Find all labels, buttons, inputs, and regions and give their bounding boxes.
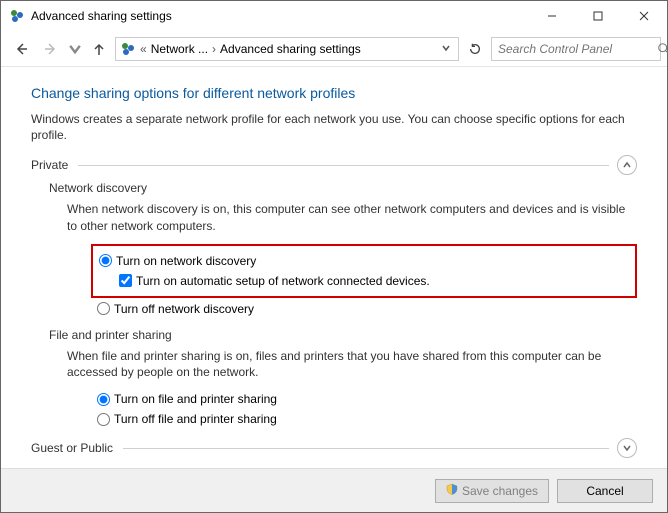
titlebar: Advanced sharing settings: [1, 1, 667, 31]
cancel-label: Cancel: [586, 484, 623, 498]
save-label: Save changes: [462, 484, 538, 498]
maximize-button[interactable]: [575, 1, 621, 31]
page-heading: Change sharing options for different net…: [31, 85, 637, 101]
navbar: « Network ... › Advanced sharing setting…: [1, 31, 667, 67]
page-description: Windows creates a separate network profi…: [31, 111, 637, 143]
nd-off-label: Turn off network discovery: [114, 300, 254, 318]
highlight-box: Turn on network discovery Turn on automa…: [91, 244, 637, 298]
shield-icon: [446, 483, 458, 498]
save-button[interactable]: Save changes: [435, 479, 549, 503]
history-dropdown[interactable]: [67, 35, 83, 63]
breadcrumb-part2[interactable]: Advanced sharing settings: [220, 42, 361, 56]
rule: [123, 448, 609, 449]
window: Advanced sharing settings: [0, 0, 668, 513]
window-title: Advanced sharing settings: [31, 9, 172, 23]
expand-button-guest[interactable]: [617, 438, 637, 458]
nd-on-label: Turn on network discovery: [116, 252, 256, 270]
section-header-private: Private: [31, 155, 637, 175]
forward-button[interactable]: [37, 35, 65, 63]
close-button[interactable]: [621, 1, 667, 31]
cancel-button[interactable]: Cancel: [557, 479, 653, 503]
breadcrumb-part1[interactable]: Network ...: [151, 42, 208, 56]
app-icon: [9, 8, 25, 24]
minimize-button[interactable]: [529, 1, 575, 31]
nd-auto-checkbox[interactable]: [119, 274, 132, 287]
nd-off-wrapper: Turn off network discovery: [97, 300, 637, 318]
footer: Save changes Cancel: [1, 468, 667, 512]
fp-on-row[interactable]: Turn on file and printer sharing: [97, 390, 637, 408]
fp-off-label: Turn off file and printer sharing: [114, 410, 277, 428]
nd-title: Network discovery: [49, 181, 637, 195]
breadcrumb-dropdown[interactable]: [438, 42, 454, 56]
fp-on-label: Turn on file and printer sharing: [114, 390, 277, 408]
nd-auto-label: Turn on automatic setup of network conne…: [136, 272, 430, 290]
nd-on-radio[interactable]: [99, 254, 112, 267]
fp-off-row[interactable]: Turn off file and printer sharing: [97, 410, 637, 428]
back-button[interactable]: [7, 35, 35, 63]
section-label-guest: Guest or Public: [31, 441, 113, 455]
breadcrumb[interactable]: « Network ... › Advanced sharing setting…: [115, 37, 459, 61]
section-label-private: Private: [31, 158, 68, 172]
nd-auto-row[interactable]: Turn on automatic setup of network conne…: [119, 272, 629, 290]
fp-off-radio[interactable]: [97, 413, 110, 426]
section-header-guest: Guest or Public: [31, 438, 637, 458]
fp-text: When file and printer sharing is on, fil…: [67, 348, 637, 380]
search-input[interactable]: [496, 41, 657, 57]
window-controls: [529, 1, 667, 31]
search-icon: [657, 42, 668, 56]
fp-on-radio[interactable]: [97, 393, 110, 406]
subsection-file-printer: File and printer sharing When file and p…: [49, 328, 637, 428]
rule: [78, 165, 609, 166]
search-box[interactable]: [491, 37, 661, 61]
fp-opts: Turn on file and printer sharing Turn of…: [97, 390, 637, 428]
up-button[interactable]: [85, 35, 113, 63]
refresh-button[interactable]: [461, 37, 489, 61]
chevron-right-icon: ›: [212, 42, 216, 56]
nd-text: When network discovery is on, this compu…: [67, 201, 637, 233]
nd-on-row[interactable]: Turn on network discovery: [99, 252, 629, 270]
subsection-network-discovery: Network discovery When network discovery…: [49, 181, 637, 317]
content-area: Change sharing options for different net…: [1, 67, 667, 468]
breadcrumb-sep: «: [140, 42, 147, 56]
collapse-button-private[interactable]: [617, 155, 637, 175]
nd-off-radio[interactable]: [97, 302, 110, 315]
nd-off-row[interactable]: Turn off network discovery: [97, 300, 637, 318]
fp-title: File and printer sharing: [49, 328, 637, 342]
control-panel-icon: [120, 41, 136, 57]
